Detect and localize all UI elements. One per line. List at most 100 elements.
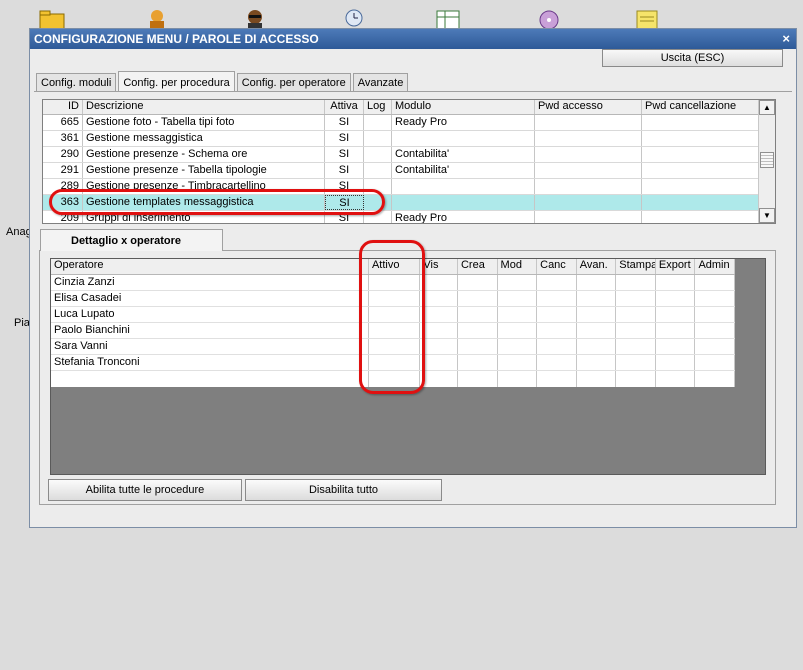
cell-canc[interactable]: [537, 307, 577, 322]
cell-admin[interactable]: [695, 339, 736, 354]
scroll-down-icon[interactable]: ▼: [759, 208, 775, 223]
procedures-scrollbar[interactable]: ▲ ▼: [758, 100, 775, 223]
cell-log[interactable]: [364, 115, 392, 130]
cell-crea[interactable]: [458, 323, 498, 338]
cell-attivo[interactable]: [369, 323, 421, 338]
cell-vis[interactable]: [420, 323, 458, 338]
cell-export[interactable]: [656, 339, 696, 354]
cell-pwd[interactable]: [535, 163, 642, 178]
enable-all-button[interactable]: Abilita tutte le procedure: [48, 479, 242, 501]
cell-pwd[interactable]: [535, 115, 642, 130]
cell-vis[interactable]: [420, 291, 458, 306]
col-admin[interactable]: Admin: [695, 259, 736, 274]
cell-attivo[interactable]: [369, 355, 421, 370]
close-icon[interactable]: ×: [782, 29, 790, 49]
cell-attivo[interactable]: [369, 291, 421, 306]
col-log[interactable]: Log: [364, 100, 392, 114]
cell-export[interactable]: [656, 275, 696, 290]
cell-crea[interactable]: [458, 355, 498, 370]
cell-mod[interactable]: [498, 275, 538, 290]
tab-config-procedura[interactable]: Config. per procedura: [118, 71, 235, 92]
cell-mod[interactable]: [498, 291, 538, 306]
operator-row[interactable]: Stefania Tronconi: [51, 355, 736, 371]
cell-mod[interactable]: [498, 307, 538, 322]
tab-dettaglio-operatore[interactable]: Dettaglio x operatore: [40, 229, 223, 251]
col-avan[interactable]: Avan.: [577, 259, 617, 274]
cell-log[interactable]: [364, 179, 392, 194]
col-id[interactable]: ID: [43, 100, 83, 114]
tab-config-operatore[interactable]: Config. per operatore: [236, 73, 351, 92]
cell-attiva[interactable]: SI: [325, 131, 364, 146]
cell-stampa[interactable]: [616, 291, 656, 306]
cell-pwd[interactable]: [535, 195, 642, 210]
user-agent-icon[interactable]: [240, 8, 270, 30]
tab-avanzate[interactable]: Avanzate: [352, 73, 409, 92]
cell-stampa[interactable]: [616, 339, 656, 354]
cell-crea[interactable]: [458, 275, 498, 290]
cell-attiva[interactable]: SI: [325, 115, 364, 130]
operator-row[interactable]: Elisa Casadei: [51, 291, 736, 307]
cell-canc[interactable]: [537, 355, 577, 370]
cell-attiva[interactable]: SI: [325, 147, 364, 162]
cell-admin[interactable]: [695, 291, 736, 306]
cell-attiva[interactable]: SI: [325, 163, 364, 178]
cell-pwd[interactable]: [535, 131, 642, 146]
worker-icon[interactable]: [142, 8, 172, 30]
cell-mod[interactable]: [498, 323, 538, 338]
operator-row[interactable]: Cinzia Zanzi: [51, 275, 736, 291]
cell-canc[interactable]: [537, 339, 577, 354]
table-row[interactable]: 289 Gestione presenze - Timbracartellino…: [43, 179, 775, 195]
cell-stampa[interactable]: [616, 307, 656, 322]
cell-log[interactable]: [364, 195, 392, 210]
cell-stampa[interactable]: [616, 275, 656, 290]
cell-canc[interactable]: [537, 323, 577, 338]
col-stampa[interactable]: Stampa: [616, 259, 656, 274]
cell-pwdc[interactable]: [642, 147, 759, 162]
cell-admin[interactable]: [695, 307, 736, 322]
col-operatore[interactable]: Operatore: [51, 259, 369, 274]
cell-avan[interactable]: [577, 355, 617, 370]
cell-mod[interactable]: [498, 339, 538, 354]
cell-admin[interactable]: [695, 275, 736, 290]
operators-grid[interactable]: Operatore Attivo Vis Crea Mod Canc Avan.…: [50, 258, 766, 475]
disable-all-button[interactable]: Disabilita tutto: [245, 479, 442, 501]
procedures-grid[interactable]: ID Descrizione Attiva Log Modulo Pwd acc…: [42, 99, 776, 224]
cell-mod[interactable]: [498, 355, 538, 370]
cell-admin[interactable]: [695, 355, 736, 370]
cell-avan[interactable]: [577, 291, 617, 306]
cell-vis[interactable]: [420, 275, 458, 290]
scroll-thumb[interactable]: [760, 152, 774, 168]
cell-log[interactable]: [364, 131, 392, 146]
table-row[interactable]: 291 Gestione presenze - Tabella tipologi…: [43, 163, 775, 179]
tab-config-moduli[interactable]: Config. moduli: [36, 73, 117, 92]
cell-attiva[interactable]: SI: [325, 211, 364, 223]
cell-avan[interactable]: [577, 275, 617, 290]
cell-export[interactable]: [656, 291, 696, 306]
cell-log[interactable]: [364, 211, 392, 223]
operator-row[interactable]: Luca Lupato: [51, 307, 736, 323]
cell-pwdc[interactable]: [642, 179, 759, 194]
col-export[interactable]: Export: [656, 259, 696, 274]
operator-row[interactable]: Sara Vanni: [51, 339, 736, 355]
col-pwd-cancellazione[interactable]: Pwd cancellazione: [642, 100, 759, 114]
col-canc[interactable]: Canc: [537, 259, 577, 274]
cell-export[interactable]: [656, 307, 696, 322]
cell-pwdc[interactable]: [642, 163, 759, 178]
cell-pwdc[interactable]: [642, 131, 759, 146]
cell-vis[interactable]: [420, 307, 458, 322]
cell-admin[interactable]: [695, 323, 736, 338]
cell-vis[interactable]: [420, 339, 458, 354]
cell-vis[interactable]: [420, 355, 458, 370]
col-modulo[interactable]: Modulo: [392, 100, 535, 114]
disc-icon[interactable]: [534, 8, 564, 30]
cell-canc[interactable]: [537, 275, 577, 290]
cell-log[interactable]: [364, 163, 392, 178]
scroll-up-icon[interactable]: ▲: [759, 100, 775, 115]
cell-crea[interactable]: [458, 291, 498, 306]
folder-icon[interactable]: [38, 8, 68, 30]
clock-icon[interactable]: [336, 8, 366, 30]
cell-pwd[interactable]: [535, 179, 642, 194]
operator-row[interactable]: Paolo Bianchini: [51, 323, 736, 339]
cell-crea[interactable]: [458, 339, 498, 354]
col-pwd-accesso[interactable]: Pwd accesso: [535, 100, 642, 114]
